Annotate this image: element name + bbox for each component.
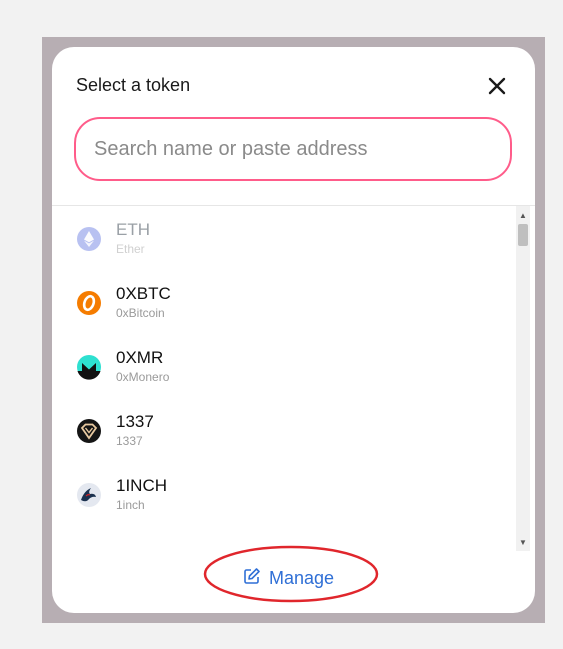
- scrollbar-thumb[interactable]: [518, 224, 528, 246]
- token-name: 0xMonero: [116, 370, 170, 384]
- manage-button[interactable]: Manage: [243, 564, 334, 592]
- token-name: Ether: [116, 242, 145, 256]
- manage-label: Manage: [269, 567, 335, 588]
- token-name: 1inch: [116, 498, 145, 512]
- 0xmonero-icon: [76, 354, 102, 380]
- token-symbol: ETH: [116, 220, 150, 239]
- token-row-0xbtc[interactable]: 0XBTC 0xBitcoin: [52, 272, 516, 334]
- modal-title: Select a token: [76, 75, 191, 95]
- token-symbol: 1337: [116, 412, 154, 431]
- scroll-down-arrow-icon[interactable]: ▼: [516, 535, 530, 549]
- token-row-eth[interactable]: ETH Ether: [52, 208, 516, 270]
- token-row-1inch[interactable]: 1INCH 1inch: [52, 464, 516, 526]
- list-scrollbar[interactable]: ▲ ▼: [516, 206, 530, 551]
- token-list: ETH Ether 0XBTC 0xBitcoin 0XMR 0xMonero: [52, 206, 516, 551]
- search-input[interactable]: [76, 137, 510, 161]
- 0xbitcoin-icon: [76, 290, 102, 316]
- ethereum-icon: [76, 226, 102, 252]
- token-row-0xmr[interactable]: 0XMR 0xMonero: [52, 336, 516, 398]
- close-icon[interactable]: [484, 73, 510, 99]
- scroll-up-arrow-icon[interactable]: ▲: [516, 208, 530, 222]
- token-symbol: 1INCH: [116, 476, 168, 495]
- token-select-modal: Select a token ETH Ether: [52, 47, 535, 613]
- 1inch-icon: [76, 482, 102, 508]
- token-name: 1337: [116, 434, 143, 448]
- token-name: 0xBitcoin: [116, 306, 165, 320]
- token-symbol: 0XMR: [116, 348, 164, 367]
- token-symbol: 0XBTC: [116, 284, 171, 303]
- search-field[interactable]: [74, 117, 512, 181]
- edit-icon: [243, 567, 269, 590]
- 1337-icon: [76, 418, 102, 444]
- token-row-1337[interactable]: 1337 1337: [52, 400, 516, 462]
